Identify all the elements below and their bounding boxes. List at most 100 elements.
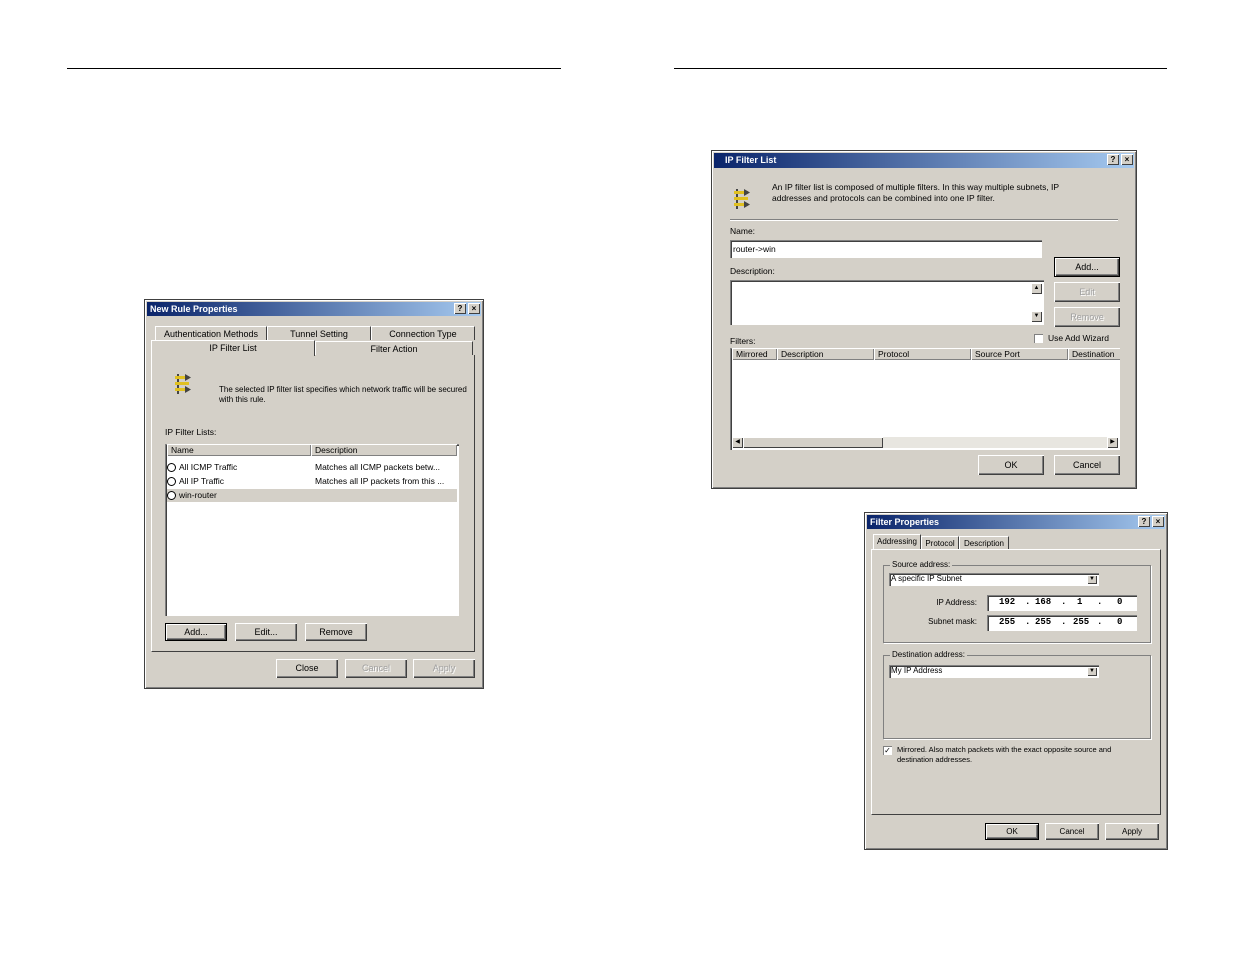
table-row-selected[interactable]: win-router — [167, 489, 457, 502]
ok-button[interactable]: OK — [985, 823, 1039, 840]
destination-address-label: Destination address: — [890, 650, 967, 659]
ip-dot: . — [1061, 617, 1067, 627]
edit-button[interactable]: Edit... — [235, 623, 297, 641]
name-input[interactable]: router->win — [730, 240, 1042, 258]
intro-text: An IP filter list is composed of multipl… — [772, 182, 1059, 203]
tab-ip-filter-list[interactable]: IP Filter List — [151, 340, 315, 356]
tab-protocol[interactable]: Protocol — [921, 536, 959, 550]
close-button[interactable]: × — [1152, 516, 1164, 527]
row-name: All ICMP Traffic — [179, 462, 238, 472]
apply-button[interactable]: Apply — [1105, 823, 1159, 840]
ip-octet-3[interactable]: 1 — [1077, 595, 1082, 609]
mask-octet-1[interactable]: 255 — [999, 615, 1015, 629]
ip-dot: . — [1025, 597, 1031, 607]
title-bar: IP Filter List ? × — [714, 153, 1134, 168]
row-description: Matches all ICMP packets betw... — [315, 462, 441, 472]
row-name: All IP Traffic — [179, 476, 225, 486]
column-header-description[interactable]: Description — [311, 444, 457, 456]
edit-button[interactable]: Edit — [1054, 282, 1120, 302]
remove-button[interactable]: Remove — [305, 623, 367, 641]
dialog-title: New Rule Properties — [150, 304, 238, 314]
title-bar: Filter Properties ? × — [867, 515, 1165, 529]
column-header-name[interactable]: Name — [167, 444, 311, 456]
dialog-title: Filter Properties — [870, 517, 940, 527]
table-row[interactable]: All ICMP Traffic Matches all ICMP packet… — [167, 461, 457, 474]
table-row[interactable]: All IP Traffic Matches all IP packets fr… — [167, 475, 457, 488]
add-button[interactable]: Add... — [1054, 257, 1120, 277]
tab-tunnel-setting[interactable]: Tunnel Setting — [267, 326, 371, 340]
row-name: win-router — [179, 490, 217, 500]
column-header-protocol[interactable]: Protocol — [874, 348, 971, 360]
close-button[interactable]: × — [1121, 154, 1133, 165]
scroll-right-arrow[interactable]: ▶ — [1107, 437, 1118, 448]
apply-button[interactable]: Apply — [413, 659, 475, 678]
filter-properties-dialog: Filter Properties ? × Addressing Protoco… — [864, 512, 1168, 850]
scroll-thumb[interactable] — [743, 437, 883, 448]
chevron-down-icon[interactable]: ▼ — [1087, 667, 1097, 676]
title-bar: New Rule Properties ? × — [147, 302, 481, 316]
ip-filter-list-dialog: IP Filter List ? × An IP filter list is … — [711, 150, 1137, 489]
description-textarea[interactable]: ▲ ▼ — [730, 280, 1044, 325]
new-rule-properties-dialog: New Rule Properties ? × Authentication M… — [144, 299, 484, 689]
ip-dot: . — [1097, 597, 1103, 607]
radio-button[interactable] — [167, 491, 176, 501]
page-rule-right — [674, 68, 1167, 69]
column-header-source-port[interactable]: Source Port — [971, 348, 1068, 360]
radio-button[interactable] — [167, 477, 176, 487]
scroll-up-arrow[interactable]: ▲ — [1031, 283, 1042, 294]
tab-authentication-methods[interactable]: Authentication Methods — [155, 326, 267, 340]
chevron-down-icon[interactable]: ▼ — [1087, 575, 1097, 584]
help-button[interactable]: ? — [1107, 154, 1119, 165]
add-button[interactable]: Add... — [165, 623, 227, 641]
destination-address-select[interactable]: My IP Address ▼ — [889, 665, 1099, 678]
tab-connection-type[interactable]: Connection Type — [371, 326, 475, 340]
cancel-button[interactable]: Cancel — [1054, 455, 1120, 475]
mirrored-label[interactable]: Mirrored. Also match packets with the ex… — [897, 745, 1147, 765]
ip-octet-4[interactable]: 0 — [1117, 595, 1122, 609]
column-header-destination[interactable]: Destination — [1068, 348, 1120, 360]
separator — [730, 219, 1118, 220]
filters-label: Filters: — [730, 336, 756, 346]
ok-button[interactable]: OK — [978, 455, 1044, 475]
dialog-title: IP Filter List — [725, 155, 777, 165]
subnet-mask-label: Subnet mask: — [928, 617, 977, 626]
source-address-value: A specific IP Subnet — [891, 574, 963, 583]
mask-octet-4[interactable]: 0 — [1117, 615, 1122, 629]
horizontal-scrollbar[interactable]: ◀ ▶ — [732, 437, 1118, 448]
cancel-button[interactable]: Cancel — [1045, 823, 1099, 840]
description-label: Description: — [730, 266, 775, 276]
mask-octet-3[interactable]: 255 — [1073, 615, 1089, 629]
tab-description[interactable]: Description — [959, 536, 1009, 550]
help-button[interactable]: ? — [454, 303, 466, 314]
ip-address-field[interactable]: 192 . 168 . 1 . 0 — [987, 595, 1137, 611]
ip-octet-1[interactable]: 192 — [999, 595, 1015, 609]
page-rule-left — [67, 68, 561, 69]
scroll-down-arrow[interactable]: ▼ — [1031, 311, 1042, 322]
name-label: Name: — [730, 226, 756, 236]
close-dialog-button[interactable]: Close — [276, 659, 338, 678]
column-header-mirrored[interactable]: Mirrored — [732, 348, 777, 360]
subnet-mask-field[interactable]: 255 . 255 . 255 . 0 — [987, 615, 1137, 631]
mask-octet-2[interactable]: 255 — [1035, 615, 1051, 629]
ip-filter-lists-table: Name Description All ICMP Traffic Matche… — [165, 444, 459, 616]
destination-address-value: My IP Address — [891, 666, 943, 675]
use-add-wizard-label[interactable]: Use Add Wizard — [1048, 333, 1109, 343]
use-add-wizard-checkbox[interactable] — [1034, 334, 1043, 343]
tab-addressing[interactable]: Addressing — [873, 534, 921, 550]
radio-button[interactable] — [167, 463, 176, 473]
ip-dot: . — [1061, 597, 1067, 607]
ip-filter-lists-label: IP Filter Lists: — [165, 427, 217, 437]
help-button[interactable]: ? — [1138, 516, 1150, 527]
mirrored-checkbox[interactable]: ✓ — [883, 746, 892, 755]
tab-filter-action[interactable]: Filter Action — [315, 341, 473, 355]
remove-button[interactable]: Remove — [1054, 307, 1120, 327]
ip-filter-icon — [734, 189, 750, 209]
ip-address-label: IP Address: — [936, 598, 977, 607]
scroll-left-arrow[interactable]: ◀ — [732, 437, 743, 448]
row-description: Matches all IP packets from this ... — [315, 476, 445, 486]
column-header-description[interactable]: Description — [777, 348, 874, 360]
close-button[interactable]: × — [468, 303, 480, 314]
cancel-button[interactable]: Cancel — [345, 659, 407, 678]
source-address-select[interactable]: A specific IP Subnet ▼ — [889, 573, 1099, 586]
ip-octet-2[interactable]: 168 — [1035, 595, 1051, 609]
